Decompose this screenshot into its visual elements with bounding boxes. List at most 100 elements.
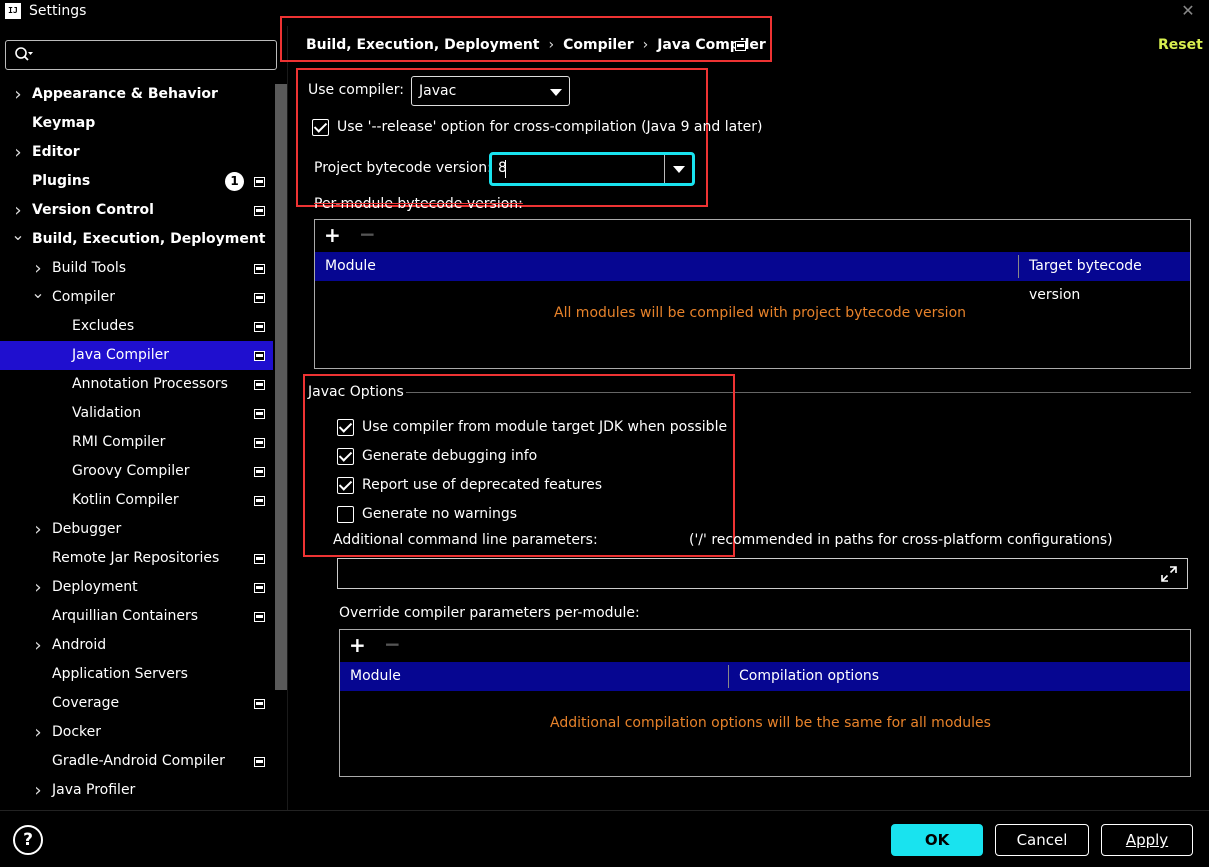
help-button[interactable]: ?: [13, 825, 43, 855]
use-compiler-dropdown[interactable]: Javac: [411, 76, 570, 106]
sidebar-item[interactable]: Remote Jar Repositories: [0, 544, 273, 573]
sidebar-item-label: Build Tools: [52, 260, 127, 276]
apply-button[interactable]: Apply: [1101, 824, 1193, 856]
sidebar-item[interactable]: › Docker: [0, 718, 273, 747]
sidebar-item[interactable]: › Debugger: [0, 515, 273, 544]
sidebar-item[interactable]: Gradle-Android Compiler: [0, 747, 273, 776]
sidebar-item[interactable]: › Deployment: [0, 573, 273, 602]
chevron-down-icon[interactable]: ⌄: [11, 220, 25, 249]
table-header: Module Compilation options: [340, 662, 1190, 691]
chevron-right-icon[interactable]: ›: [31, 718, 45, 747]
per-module-bytecode-label: Per-module bytecode version:: [314, 196, 523, 212]
add-icon[interactable]: +: [349, 635, 366, 655]
sidebar-item-label: Appearance & Behavior: [32, 86, 218, 102]
column-separator[interactable]: [1018, 255, 1019, 278]
sidebar-item[interactable]: Plugins 1: [0, 167, 273, 196]
intellij-app-icon: IJ: [5, 3, 21, 19]
cmdline-params-input[interactable]: [337, 558, 1188, 589]
sidebar-item-label: RMI Compiler: [72, 434, 166, 450]
sidebar-item[interactable]: Annotation Processors: [0, 370, 273, 399]
release-option-checkbox[interactable]: [312, 119, 329, 136]
empty-table-message: All modules will be compiled with projec…: [554, 305, 967, 321]
sidebar-item-label: Android: [52, 637, 107, 653]
column-separator[interactable]: [728, 665, 729, 688]
sidebar-item[interactable]: ⌄ Build, Execution, Deployment: [0, 225, 273, 254]
bytecode-version-dropdown[interactable]: 8: [489, 152, 695, 186]
remove-icon[interactable]: −: [359, 224, 376, 244]
project-level-icon: [254, 206, 265, 216]
column-header-compilation-options[interactable]: Compilation options: [739, 662, 879, 691]
table-header: Module Target bytecode version: [315, 252, 1190, 303]
reset-link[interactable]: Reset: [1158, 37, 1203, 53]
sidebar-item[interactable]: Kotlin Compiler: [0, 486, 273, 515]
chevron-right-icon[interactable]: ›: [31, 573, 45, 602]
update-count-badge: 1: [225, 172, 244, 191]
chevron-right-icon[interactable]: ›: [11, 80, 25, 109]
sidebar-item[interactable]: › Android: [0, 631, 273, 660]
sidebar-item-label: Annotation Processors: [72, 376, 228, 392]
option-checkbox[interactable]: [337, 419, 354, 436]
sidebar-item-label: Groovy Compiler: [72, 463, 190, 479]
sidebar-item-label: Editor: [32, 144, 80, 160]
sidebar-item-label: Excludes: [72, 318, 135, 334]
sidebar-item-label: Build, Execution, Deployment: [32, 231, 266, 247]
project-level-icon: [254, 699, 265, 709]
project-level-icon: [254, 757, 265, 767]
sidebar-item-label: Application Servers: [52, 666, 188, 682]
option-label: Report use of deprecated features: [362, 477, 603, 493]
project-level-icon: [254, 554, 265, 564]
project-level-icon: [254, 496, 265, 506]
sidebar-item[interactable]: Coverage: [0, 689, 273, 718]
sidebar-scrollbar[interactable]: [275, 84, 287, 690]
breadcrumb-item: Java Compiler: [657, 37, 766, 53]
override-params-table: + − Module Compilation options Additiona…: [339, 629, 1191, 777]
sidebar-item-label: Validation: [72, 405, 142, 421]
sidebar-item[interactable]: ⌄ Compiler: [0, 283, 273, 312]
cmdline-params-label: Additional command line parameters:: [333, 532, 598, 548]
column-header-target-bytecode[interactable]: Target bytecode version: [1029, 252, 1190, 310]
sidebar-item[interactable]: Excludes: [0, 312, 273, 341]
ok-button[interactable]: OK: [891, 824, 983, 856]
column-header-module[interactable]: Module: [350, 662, 401, 691]
project-level-icon: [735, 41, 746, 51]
chevron-down-icon: [673, 166, 685, 173]
sidebar-item[interactable]: Arquillian Containers: [0, 602, 273, 631]
add-icon[interactable]: +: [324, 225, 341, 245]
sidebar-item[interactable]: Groovy Compiler: [0, 457, 273, 486]
close-icon[interactable]: ✕: [1180, 2, 1196, 20]
sidebar-item[interactable]: Application Servers: [0, 660, 273, 689]
cancel-button[interactable]: Cancel: [995, 824, 1089, 856]
sidebar-item[interactable]: › Editor: [0, 138, 273, 167]
javac-options-title: Javac Options: [308, 384, 404, 400]
search-icon: [15, 47, 33, 61]
option-checkbox[interactable]: [337, 477, 354, 494]
breadcrumb-item[interactable]: Compiler: [563, 37, 634, 53]
chevron-right-icon[interactable]: ›: [31, 631, 45, 660]
project-level-icon: [254, 351, 265, 361]
chevron-right-icon[interactable]: ›: [11, 138, 25, 167]
release-option-label: Use '--release' option for cross-compila…: [337, 119, 763, 135]
chevron-down-icon[interactable]: ⌄: [31, 278, 45, 307]
project-level-icon: [254, 409, 265, 419]
sidebar-item[interactable]: › Version Control: [0, 196, 273, 225]
settings-search-input[interactable]: [5, 40, 277, 70]
remove-icon[interactable]: −: [384, 634, 401, 654]
option-checkbox[interactable]: [337, 448, 354, 465]
sidebar-item-label: Java Compiler: [72, 347, 170, 363]
column-header-module[interactable]: Module: [325, 252, 376, 281]
chevron-right-icon[interactable]: ›: [31, 515, 45, 544]
breadcrumb-item[interactable]: Build, Execution, Deployment: [306, 37, 540, 53]
footer-divider: [0, 810, 1209, 811]
sidebar-item[interactable]: Java Compiler: [0, 341, 273, 370]
expand-icon[interactable]: [1161, 566, 1177, 582]
option-checkbox[interactable]: [337, 506, 354, 523]
sidebar-item[interactable]: › Appearance & Behavior: [0, 80, 273, 109]
sidebar-item[interactable]: RMI Compiler: [0, 428, 273, 457]
apply-button-label: Apply: [1125, 831, 1169, 849]
sidebar-item[interactable]: Validation: [0, 399, 273, 428]
chevron-right-icon[interactable]: ›: [31, 776, 45, 805]
sidebar-item[interactable]: › Java Profiler: [0, 776, 273, 805]
sidebar-item-label: Debugger: [52, 521, 122, 537]
sidebar-item[interactable]: Keymap: [0, 109, 273, 138]
chevron-down-icon: [550, 89, 562, 96]
